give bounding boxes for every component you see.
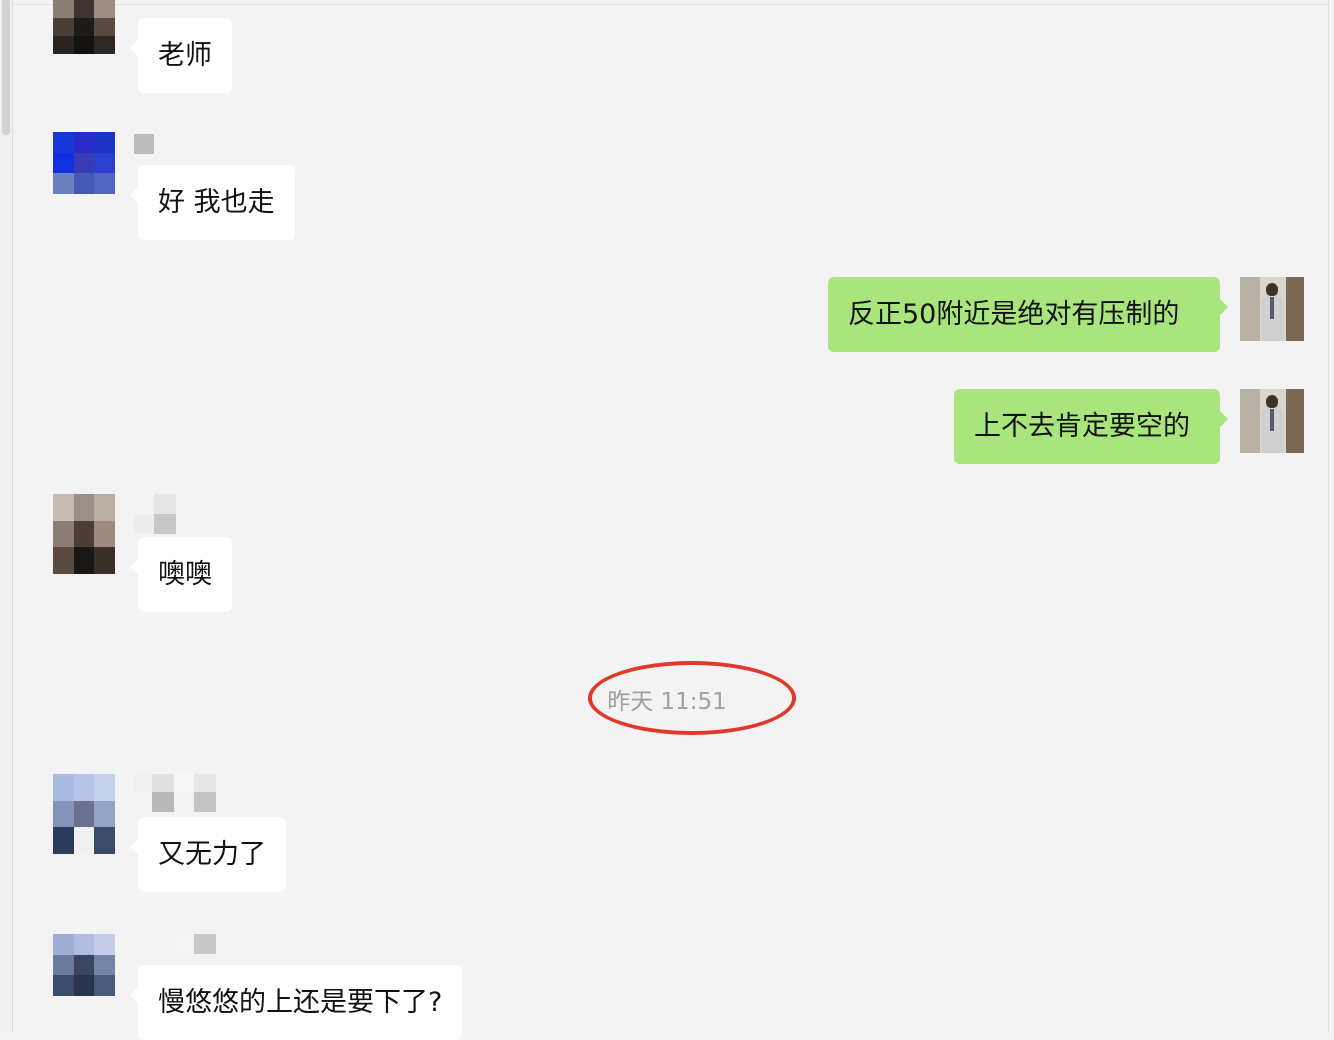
scrollbar-thumb[interactable] (2, 0, 10, 135)
sender-name-mask (134, 774, 216, 812)
message-bubble[interactable]: 慢悠悠的上还是要下了? (129, 965, 463, 1040)
message-bubble[interactable]: 老师 (130, 18, 232, 93)
message-bubble[interactable]: 噢噢 (130, 537, 232, 612)
divider (12, 4, 1328, 5)
avatar[interactable] (1240, 277, 1304, 341)
message-bubble[interactable]: 好 我也走 (130, 165, 295, 240)
divider (1328, 0, 1329, 1032)
message-text: 好 我也走 (158, 187, 275, 218)
sender-name-mask (134, 134, 154, 154)
message-text: 上不去肯定要空的 (974, 411, 1190, 442)
message-text: 反正50附近是绝对有压制的 (848, 299, 1180, 330)
message-text: 慢悠悠的上还是要下了? (158, 987, 443, 1018)
avatar[interactable] (53, 132, 115, 194)
avatar[interactable] (1240, 389, 1304, 453)
avatar[interactable] (53, 494, 115, 574)
message-text: 又无力了 (158, 839, 266, 870)
message-bubble[interactable]: 上不去肯定要空的 (954, 389, 1228, 464)
avatar[interactable] (53, 0, 115, 54)
avatar[interactable] (53, 774, 115, 854)
divider (12, 0, 13, 1032)
avatar[interactable] (53, 934, 115, 996)
chat-message-area[interactable]: 老师 好 我也走 反正50附近是绝对有压制的 上不去肯定要空的 噢噢 昨天 11… (0, 0, 1334, 1040)
annotation-circle (588, 661, 796, 735)
message-bubble[interactable]: 反正50附近是绝对有压制的 (828, 277, 1228, 352)
message-bubble[interactable]: 又无力了 (130, 817, 286, 892)
message-text: 老师 (158, 40, 212, 71)
sender-name-mask (134, 934, 216, 954)
scrollbar[interactable] (0, 0, 12, 1032)
message-text: 噢噢 (158, 559, 212, 590)
sender-name-mask (134, 494, 176, 534)
